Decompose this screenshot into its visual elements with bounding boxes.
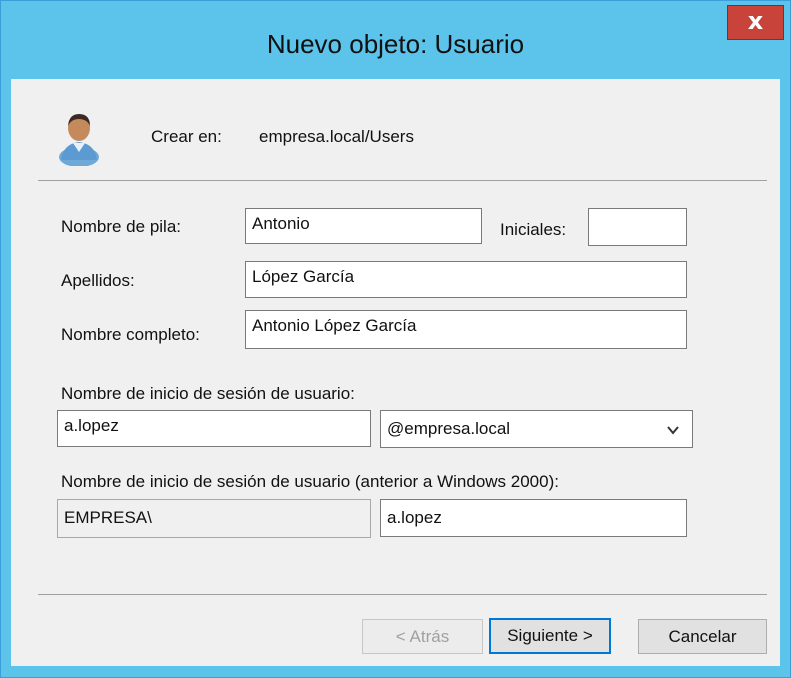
logon-name-field[interactable]: a.lopez [57, 410, 371, 447]
first-name-label: Nombre de pila: [61, 217, 182, 236]
pre2000-domain-field: EMPRESA\ [57, 499, 371, 538]
pre2000-label: Nombre de inicio de sesión de usuario (a… [61, 472, 559, 491]
domain-selected: @empresa.local [387, 419, 511, 438]
window-title: Nuevo objeto: Usuario [266, 29, 525, 59]
create-in-label: Crear en: [151, 127, 222, 146]
domain-dropdown[interactable]: @empresa.local [380, 410, 693, 448]
header-separator [38, 180, 767, 181]
full-name-field[interactable]: Antonio López García [245, 310, 687, 349]
last-name-label: Apellidos: [61, 271, 135, 290]
dialog-body [11, 79, 780, 666]
user-icon [59, 114, 99, 166]
logon-name-label: Nombre de inicio de sesión de usuario: [61, 384, 355, 403]
footer-separator [38, 594, 767, 595]
create-in-value: empresa.local/Users [259, 127, 414, 146]
initials-field[interactable] [588, 208, 687, 246]
back-button[interactable]: < Atrás [362, 619, 483, 654]
last-name-field[interactable]: López García [245, 261, 687, 298]
next-button[interactable]: Siguiente > [489, 618, 611, 654]
pre2000-name-field[interactable]: a.lopez [380, 499, 687, 537]
chevron-down-icon [667, 426, 679, 435]
close-icon: x [747, 7, 764, 35]
initials-label: Iniciales: [500, 220, 567, 239]
cancel-button[interactable]: Cancelar [638, 619, 767, 654]
first-name-field[interactable]: Antonio [245, 208, 482, 244]
full-name-label: Nombre completo: [61, 325, 200, 344]
title-bar[interactable]: Nuevo objeto: Usuario x [1, 1, 790, 79]
close-button[interactable]: x [727, 5, 784, 40]
